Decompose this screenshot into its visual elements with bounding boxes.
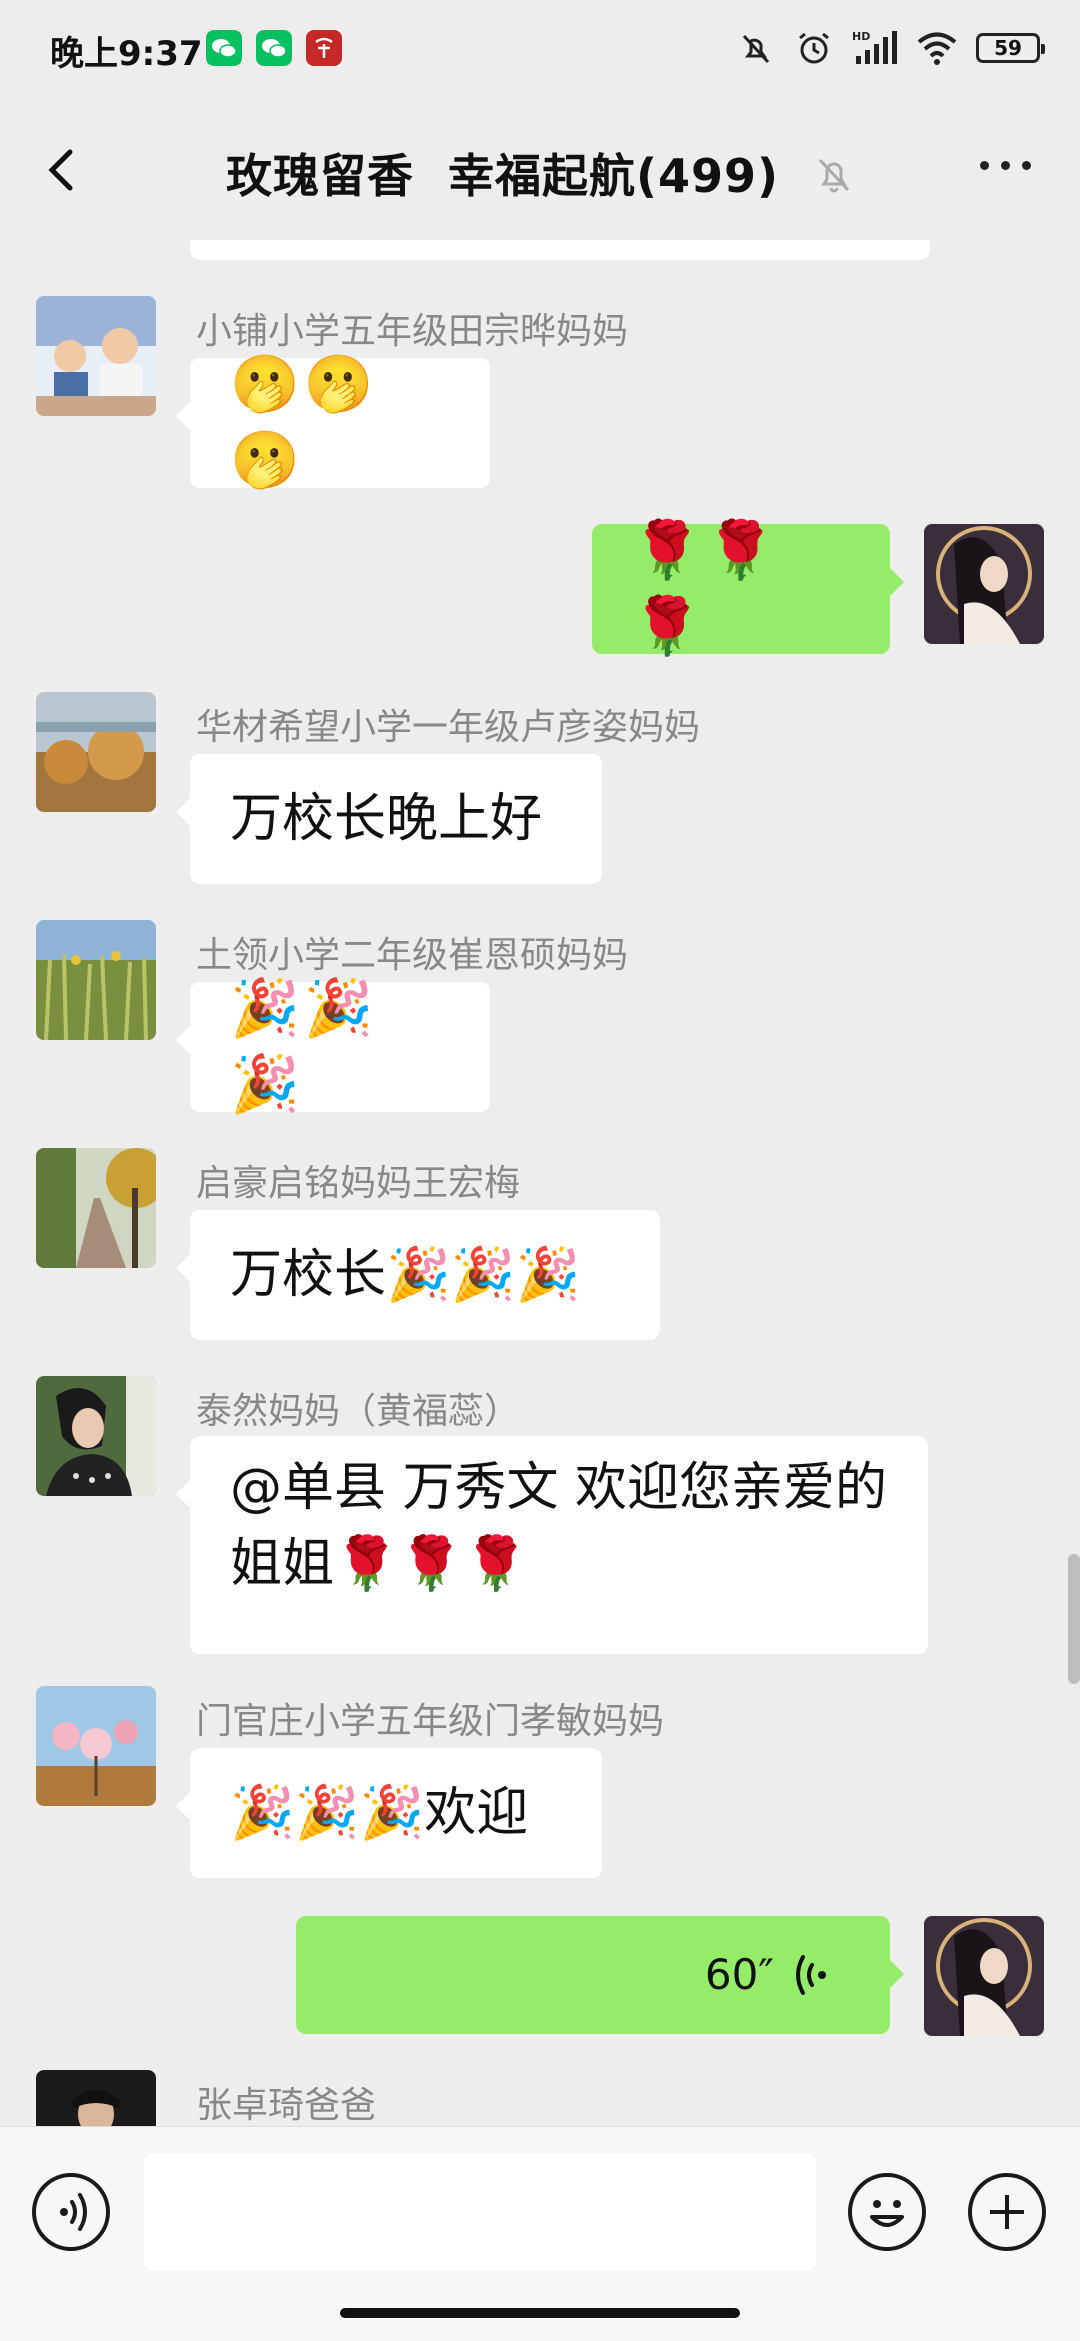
message-text: 🌹🌹🌹 [632,518,780,659]
my-message-bubble[interactable]: 🌹🌹🌹 [592,518,904,659]
message-bubble[interactable]: 🫢🫢🫢 [176,352,490,493]
plus-button[interactable] [968,2173,1046,2251]
wifi-icon [917,32,957,65]
bell-off-icon [814,152,854,207]
app-red-icon [306,30,342,66]
chat-title-text: 玫瑰留香 幸福起航(499) [225,149,780,203]
chat-header: 玫瑰留香 幸福起航(499) [0,96,1080,240]
mute-icon [742,34,770,64]
sender-name: 张卓琦爸爸 [196,2085,377,2126]
voice-toggle-button[interactable] [32,2173,110,2251]
sender-name: 泰然妈妈（黄福蕊） [196,1391,521,1432]
chat-message-list[interactable]: 小铺小学五年级田宗晔妈妈 🫢🫢🫢 🌹🌹🌹 华材希望小学一年级卢彦姿妈妈 万校长晚… [0,240,1080,2126]
sender-name: 启豪启铭妈妈王宏梅 [196,1163,521,1204]
voice-message-bubble[interactable]: 60″ [296,1916,904,2034]
avatar[interactable] [36,296,156,416]
voice-wave-icon [796,1955,826,1995]
message-text: @单县 万秀文 欢迎您亲爱的姐姐🌹🌹🌹 [230,1458,888,1594]
status-icons: HD 59 [736,26,1045,70]
my-avatar[interactable] [924,524,1044,644]
home-indicator[interactable] [340,2308,740,2318]
emoji-button[interactable] [848,2173,926,2251]
scrollbar-thumb[interactable] [1068,1554,1080,1684]
voice-duration: 60″ [704,1950,774,1999]
avatar[interactable] [36,1686,156,1806]
avatar[interactable] [36,920,156,1040]
message-bubble[interactable]: @单县 万秀文 欢迎您亲爱的姐姐🌹🌹🌹 [176,1436,928,1654]
wechat-icon [206,30,242,66]
message-text: 🎉🎉🎉 [230,976,378,1117]
message-bubble[interactable]: 万校长晚上好 [176,754,602,884]
voice-toggle-icon [60,2193,87,2231]
battery-level: 59 [994,36,1022,60]
message-bubble[interactable]: 🎉🎉🎉欢迎 [176,1748,602,1878]
emoji-smile-icon [870,2200,904,2227]
avatar[interactable] [36,1148,156,1268]
svg-text:HD: HD [852,30,870,43]
message-text: 🎉🎉🎉欢迎 [230,1783,529,1843]
signal-hd-icon: HD [852,30,897,64]
status-time: 晚上9:37 [50,34,203,74]
previous-message-bubble[interactable] [190,240,930,260]
avatar[interactable] [36,2070,156,2126]
wechat-icon [256,30,292,66]
more-button[interactable] [974,146,1044,186]
message-text: 万校长🎉🎉🎉 [230,1245,581,1305]
message-input[interactable] [144,2153,816,2271]
sender-name: 门官庄小学五年级门孝敏妈妈 [196,1701,665,1742]
status-bar: 晚上9:37 HD 59 [0,0,1080,96]
my-avatar[interactable] [924,1916,1044,2036]
message-text: 万校长晚上好 [230,789,543,849]
avatar[interactable] [36,692,156,812]
more-dots-icon [980,161,989,170]
chat-title[interactable]: 玫瑰留香 幸福起航(499) [0,140,1080,207]
more-dot [1022,161,1031,170]
message-bubble[interactable]: 🎉🎉🎉 [176,976,490,1117]
message-bubble[interactable]: 万校长🎉🎉🎉 [176,1210,660,1340]
message-text: 🫢🫢🫢 [230,352,378,493]
battery-icon: 59 [976,33,1045,63]
alarm-icon [799,32,829,64]
sender-name: 华材希望小学一年级卢彦姿妈妈 [196,707,701,748]
more-dot [1001,161,1010,170]
plus-icon [990,2195,1024,2229]
avatar[interactable] [36,1376,156,1496]
